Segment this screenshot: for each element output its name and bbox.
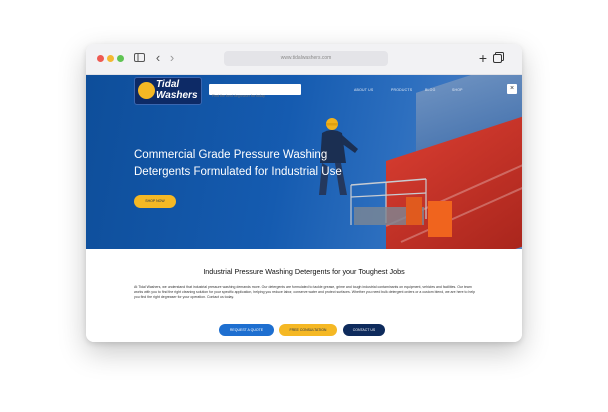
nav-shop[interactable]: SHOP (452, 88, 463, 92)
nav-products[interactable]: PRODUCTS (391, 88, 412, 92)
contact-us-button[interactable]: CONTACT US (343, 324, 385, 336)
plus-icon[interactable]: + (478, 51, 488, 65)
hero-section: Tidal Washers ABOUT US PRODUCTS BLOG SHO… (86, 75, 522, 249)
website: Tidal Washers ABOUT US PRODUCTS BLOG SHO… (86, 75, 522, 342)
address-bar[interactable]: www.tidalwashers.com (224, 51, 388, 66)
intro-section: Industrial Pressure Washing Detergents f… (86, 249, 522, 342)
free-consultation-button[interactable]: FREE CONSULTATION (279, 324, 337, 336)
section-title: Industrial Pressure Washing Detergents f… (203, 267, 405, 276)
hero-headline-line2: Detergents Formulated for Industrial Use (134, 166, 342, 178)
minimize-window-button[interactable] (107, 55, 114, 62)
logo-line1: Tidal (156, 79, 180, 90)
intro-paragraph: At Tidal Washers, we understand that ind… (134, 285, 476, 300)
close-window-button[interactable] (97, 55, 104, 62)
logo-line2: Washers (156, 90, 198, 101)
close-icon[interactable]: × (507, 84, 517, 94)
address-text: www.tidalwashers.com (280, 55, 332, 61)
shop-now-button[interactable]: SHOP NOW (134, 195, 176, 208)
hero-headline-line1: Commercial Grade Pressure Washing (134, 149, 328, 161)
back-icon[interactable]: ‹ (153, 51, 163, 65)
request-quote-button[interactable]: REQUEST A QUOTE (219, 324, 274, 336)
nav-blog[interactable]: BLOG (425, 88, 436, 92)
tabs-icon[interactable] (493, 51, 505, 65)
logo-text: Tidal Washers (156, 79, 200, 101)
forward-icon[interactable]: › (167, 51, 177, 65)
logo-emblem-icon (138, 82, 155, 99)
search-input[interactable] (209, 90, 300, 102)
hero-headline: Commercial Grade Pressure Washing Deterg… (134, 147, 374, 181)
browser-window: ‹ › www.tidalwashers.com + Tidal Washers… (86, 44, 522, 342)
browser-toolbar: ‹ › www.tidalwashers.com + (86, 44, 522, 75)
maximize-window-button[interactable] (117, 55, 124, 62)
site-search[interactable] (209, 84, 301, 102)
site-logo[interactable]: Tidal Washers (134, 77, 202, 105)
nav-about-us[interactable]: ABOUT US (354, 88, 373, 92)
sidebar-icon[interactable] (134, 51, 146, 65)
